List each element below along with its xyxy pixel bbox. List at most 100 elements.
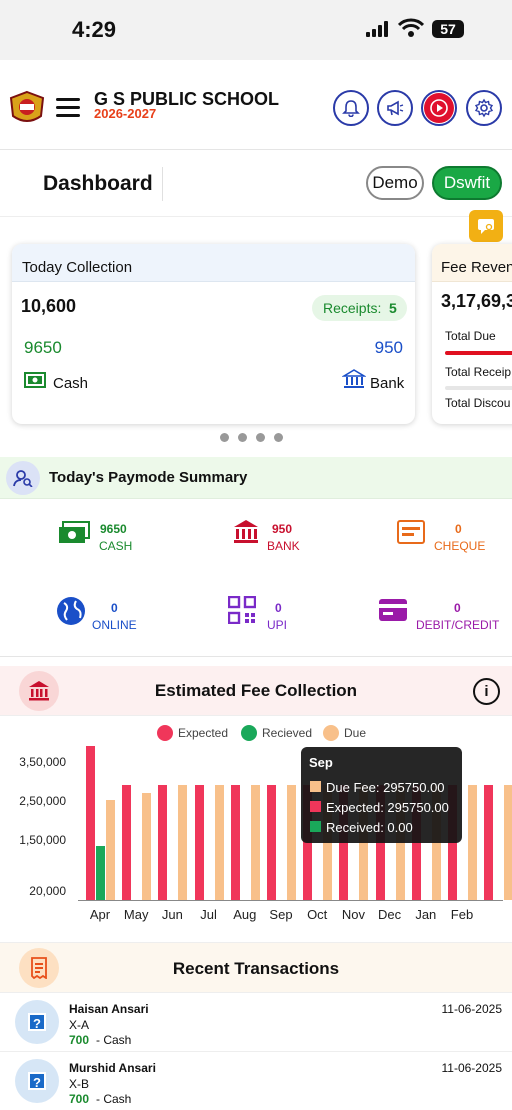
legend-swatch-received (241, 725, 257, 741)
paymode-upi[interactable]: 0 UPI (228, 596, 368, 656)
bar-expected[interactable] (484, 784, 494, 900)
chat-support-button[interactable] (469, 210, 503, 242)
x-tick-label: Jun (161, 907, 183, 922)
bar-expected[interactable] (267, 784, 276, 900)
paymode-value: 0 (455, 522, 462, 536)
fee-revenue-card[interactable]: Fee Reven 3,17,69,3 Total Due Total Rece… (432, 244, 512, 424)
bar-expected[interactable] (158, 784, 168, 900)
bar-expected[interactable] (230, 784, 240, 900)
avatar: ? (15, 1000, 59, 1044)
battery-indicator: 57 (432, 20, 464, 38)
student-class: X-A (69, 1018, 90, 1032)
bar-expected[interactable] (122, 784, 132, 900)
carousel-dot[interactable] (238, 433, 247, 442)
paymode-debit-credit[interactable]: 0 DEBIT/CREDIT (378, 596, 508, 656)
bar-due[interactable] (250, 784, 260, 900)
fee-revenue-total: 3,17,69,3 (441, 291, 512, 311)
bar-due[interactable] (468, 784, 477, 900)
today-collection-card[interactable]: Today Collection 10,600 Receipts: 5 9650… (12, 244, 415, 424)
paymode-cheque[interactable]: 0 CHEQUE (397, 517, 512, 577)
student-name: Murshid Ansari (69, 1061, 156, 1075)
receipts-label: Receipts: (323, 300, 382, 316)
bank-label: Bank (370, 375, 405, 392)
x-tick-label: Sep (269, 907, 293, 922)
paymode-online[interactable]: 0 ONLINE (56, 596, 196, 656)
globe-icon (57, 597, 85, 625)
bar-due[interactable] (214, 784, 224, 900)
menu-icon[interactable] (56, 98, 80, 118)
cheque-icon (397, 520, 425, 544)
cash-icon (59, 521, 90, 543)
info-icon[interactable]: i (473, 678, 500, 705)
x-tick-label: Jul (200, 907, 217, 922)
question-icon: ? (28, 1072, 46, 1090)
carousel-dot[interactable] (220, 433, 229, 442)
chart-tooltip: Sep Due Fee: 295750.00 Expected: 295750.… (301, 747, 462, 843)
student-name: Haisan Ansari (69, 1002, 149, 1016)
transaction-mode: - Cash (96, 1092, 132, 1106)
user-button[interactable]: Dswfit (432, 166, 502, 200)
question-icon: ? (28, 1013, 46, 1031)
x-tick-label: Dec (378, 907, 402, 922)
bar-due[interactable] (504, 784, 512, 900)
legend-label: Expected (178, 726, 229, 740)
tooltip-swatch (310, 821, 321, 832)
video-button[interactable] (421, 90, 457, 126)
status-time: 4:29 (72, 17, 117, 42)
tooltip-received: Received: 0.00 (326, 820, 413, 835)
x-tick-label: May (123, 907, 149, 922)
user-search-icon (6, 461, 40, 495)
divider (162, 167, 163, 201)
y-tick-label: 2,50,000 (19, 794, 66, 809)
card-icon (379, 599, 407, 621)
page-title: Dashboard (43, 172, 153, 195)
x-tick-label: Feb (450, 907, 474, 922)
announcement-button[interactable] (377, 90, 413, 126)
transaction-date: 11-06-2025 (441, 1002, 503, 1016)
bar-due[interactable] (178, 784, 188, 900)
paymode-value: 0 (111, 601, 118, 615)
transaction-amount: 700 (69, 1092, 90, 1106)
student-class: X-B (69, 1077, 90, 1091)
status-bar: 4:29 57 (0, 0, 512, 60)
carousel-dot[interactable] (256, 433, 265, 442)
paymode-label: UPI (267, 618, 288, 632)
due-progress-bar (445, 351, 512, 355)
bar-expected[interactable] (194, 784, 204, 900)
x-tick-label: Apr (89, 907, 111, 922)
transaction-row[interactable]: ? Murshid Ansari X-B 700 - Cash 11-06-20… (0, 1052, 512, 1110)
transaction-row[interactable]: ? Haisan Ansari X-A 700 - Cash 11-06-202… (0, 994, 512, 1052)
legend-swatch-due (323, 725, 339, 741)
bar-due[interactable] (287, 784, 296, 900)
paymode-cash[interactable]: 9650 CASH (56, 517, 196, 577)
legend-label: Recieved (262, 726, 313, 740)
settings-button[interactable] (466, 90, 502, 126)
tooltip-month: Sep (309, 755, 333, 770)
bar-received[interactable] (96, 846, 105, 900)
cash-icon (24, 372, 46, 388)
receipts-count: 5 (389, 300, 397, 316)
card-title: Today Collection (22, 259, 133, 276)
x-axis-line (78, 900, 503, 901)
demo-button[interactable]: Demo (366, 166, 424, 200)
paymode-value: 0 (454, 601, 461, 615)
carousel-dot[interactable] (274, 433, 283, 442)
bar-due[interactable] (106, 799, 115, 900)
bar-due[interactable] (142, 792, 152, 900)
bar-expected[interactable] (86, 745, 95, 900)
paymode-bank[interactable]: 950 BANK (230, 517, 370, 577)
paymode-label: CASH (99, 539, 133, 553)
paymode-value: 950 (272, 522, 293, 536)
collection-total: 10,600 (21, 296, 77, 316)
x-tick-label: Nov (341, 907, 365, 922)
divider (0, 656, 512, 657)
section-title: Recent Transactions (172, 959, 340, 978)
total-due-label: Total Due (445, 329, 496, 343)
section-title: Estimated Fee Collection (154, 681, 358, 700)
paymode-value: 9650 (100, 522, 127, 536)
school-logo-icon (9, 90, 45, 122)
legend-swatch-expected (157, 725, 173, 741)
notification-button[interactable] (333, 90, 369, 126)
total-receipt-label: Total Receip (445, 365, 512, 379)
session-year: 2026-2027 (94, 106, 157, 121)
